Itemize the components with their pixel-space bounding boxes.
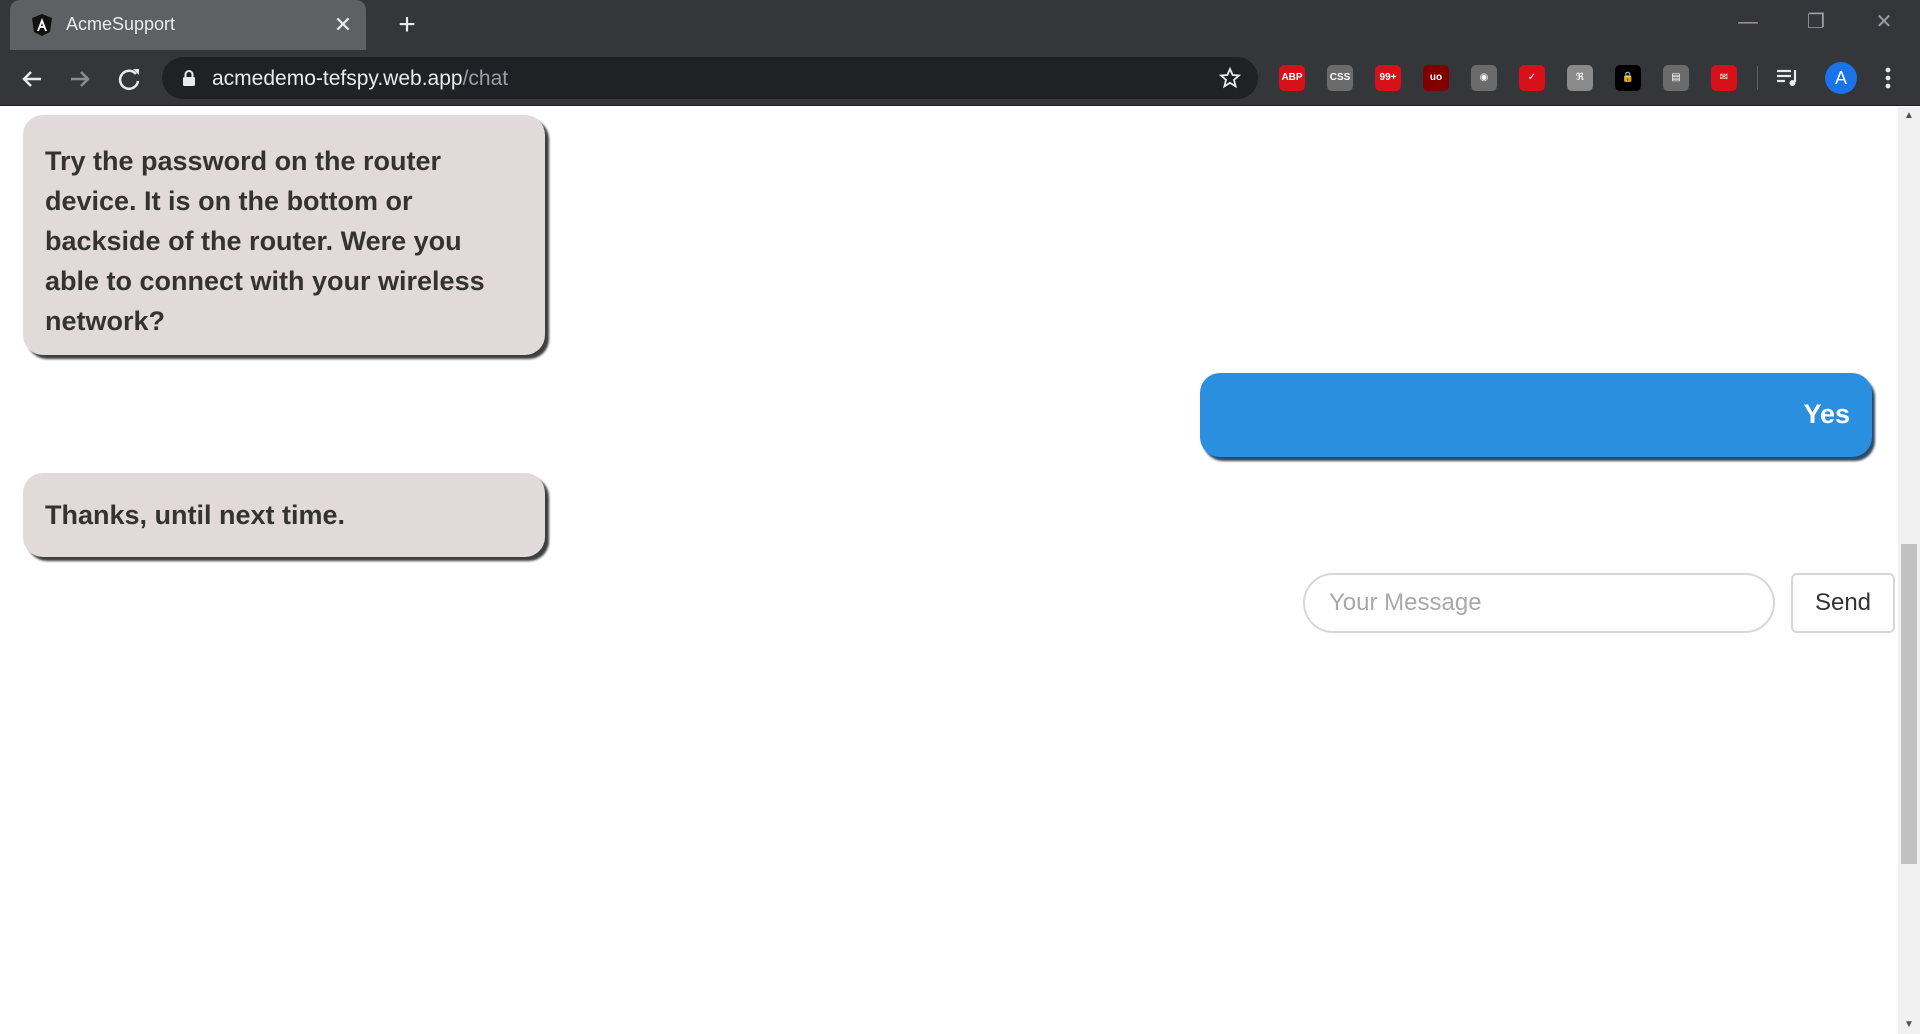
bookmark-star-icon[interactable] (1218, 66, 1242, 90)
mail-icon[interactable]: ✉ (1711, 65, 1737, 91)
ublock-icon[interactable]: uo (1423, 65, 1449, 91)
lock-icon (183, 70, 195, 86)
restore-button[interactable]: ❐ (1798, 10, 1834, 34)
browser-tab-bar: AcmeSupport ✕ + — ❐ ✕ (0, 0, 1920, 50)
menu-kebab-icon[interactable] (1878, 64, 1898, 92)
media-control-icon[interactable] (1773, 64, 1801, 92)
forward-arrow-icon[interactable] (63, 62, 97, 96)
scroll-down-arrow-icon[interactable]: ▼ (1898, 1016, 1920, 1034)
browser-toolbar: acmedemo-tefspy.web.app/chat ABP CSS 99+ uo… (0, 50, 1920, 106)
page-content: Try the password on the router device. I… (0, 107, 1920, 1034)
scrollbar-thumb[interactable] (1901, 544, 1917, 864)
tab-title: AcmeSupport (66, 14, 176, 34)
close-tab-icon[interactable]: ✕ (330, 12, 356, 38)
send-button[interactable]: Send (1791, 573, 1895, 633)
puzzle-icon[interactable]: ℜ (1567, 65, 1593, 91)
user-message-bubble: Yes (1200, 373, 1872, 457)
minimize-button[interactable]: — (1730, 10, 1766, 34)
profile-avatar[interactable]: A (1825, 62, 1857, 94)
css-viewer-icon[interactable]: CSS (1327, 65, 1353, 91)
angular-logo-icon (32, 14, 52, 36)
toolbar-separator (1757, 66, 1758, 90)
checker-icon[interactable]: ✓ (1519, 65, 1545, 91)
address-bar[interactable]: acmedemo-tefspy.web.app/chat (162, 57, 1258, 99)
url-path: /chat (462, 67, 509, 90)
notification-icon[interactable]: 99+ (1375, 65, 1401, 91)
vertical-scrollbar[interactable]: ▲ ▼ (1898, 107, 1920, 1034)
browser-tab[interactable]: AcmeSupport ✕ (10, 0, 366, 50)
printer-icon[interactable]: ▤ (1663, 65, 1689, 91)
adblock-plus-icon[interactable]: ABP (1279, 65, 1305, 91)
back-arrow-icon[interactable] (15, 62, 49, 96)
url-text: acmedemo-tefspy.web.app/chat (212, 67, 508, 91)
scroll-up-arrow-icon[interactable]: ▲ (1898, 107, 1920, 125)
message-input[interactable] (1303, 573, 1775, 633)
url-domain: acmedemo-tefspy.web.app (212, 67, 463, 90)
new-tab-button[interactable]: + (390, 8, 424, 42)
reload-icon[interactable] (112, 62, 146, 96)
bot-message-bubble: Try the password on the router device. I… (23, 115, 545, 355)
close-window-button[interactable]: ✕ (1866, 10, 1902, 34)
camera-icon[interactable]: ◉ (1471, 65, 1497, 91)
bot-message-bubble: Thanks, until next time. (23, 473, 545, 557)
lock-extension-icon[interactable]: 🔒 (1615, 65, 1641, 91)
